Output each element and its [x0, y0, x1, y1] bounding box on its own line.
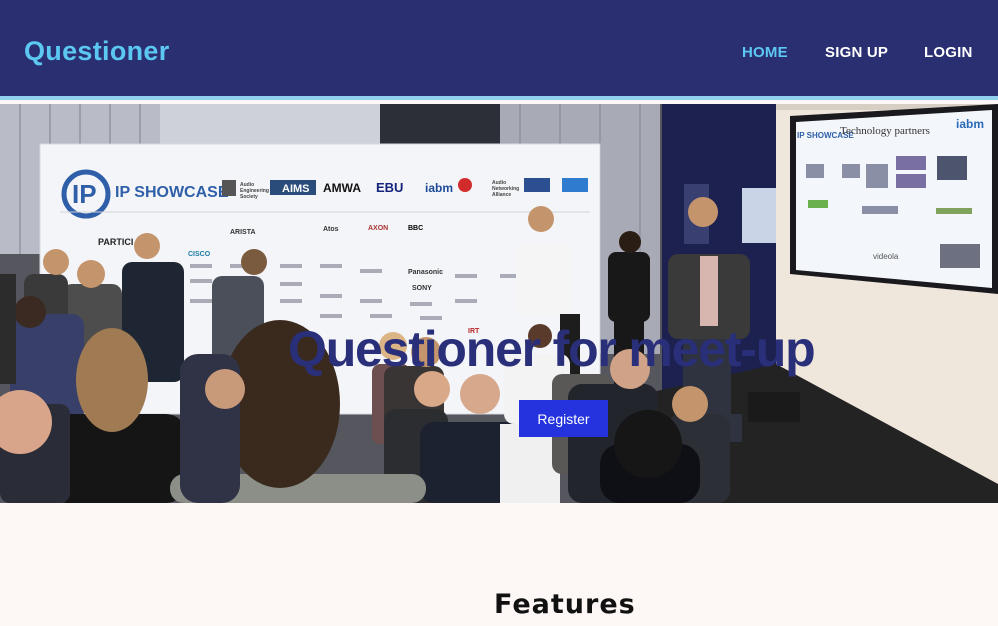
svg-text:iabm: iabm [425, 181, 453, 195]
svg-text:Alliance: Alliance [492, 192, 511, 198]
register-button[interactable]: Register [519, 400, 608, 437]
svg-text:Atos: Atos [323, 226, 339, 233]
svg-text:AIMS: AIMS [282, 183, 310, 195]
navbar: Questioner HOME SIGN UP LOGIN [0, 0, 998, 100]
svg-text:AXON: AXON [368, 225, 388, 232]
nav-signup-link[interactable]: SIGN UP [825, 44, 888, 61]
svg-text:Society: Society [240, 194, 258, 200]
brand-logo[interactable]: Questioner [24, 36, 170, 67]
svg-text:SONY: SONY [412, 285, 432, 292]
svg-text:BBC: BBC [408, 225, 423, 232]
svg-text:EBU: EBU [376, 180, 403, 195]
backdrop-participants-label: PARTICI [98, 237, 133, 247]
backdrop-heading: IP SHOWCASE [115, 184, 229, 201]
nav-home-link[interactable]: HOME [742, 44, 788, 61]
features-section: Features [0, 503, 998, 626]
hero-section: IP IP SHOWCASE Audio Engineering Society… [0, 104, 998, 503]
svg-text:Panasonic: Panasonic [408, 269, 443, 276]
svg-text:AMWA: AMWA [323, 181, 361, 195]
hero-photo: IP IP SHOWCASE Audio Engineering Society… [0, 104, 998, 503]
hero-title: Questioner for meet-up [288, 321, 816, 377]
svg-text:ARISTA: ARISTA [230, 229, 256, 236]
nav-login-link[interactable]: LOGIN [924, 44, 973, 61]
screen-title: Technology partners [840, 125, 930, 137]
svg-text:CISCO: CISCO [188, 251, 211, 258]
backdrop-heading-ip: IP [72, 179, 97, 209]
screen-logo: iabm [956, 117, 984, 131]
features-title: Features [494, 589, 636, 620]
svg-text:videola: videola [873, 252, 899, 261]
